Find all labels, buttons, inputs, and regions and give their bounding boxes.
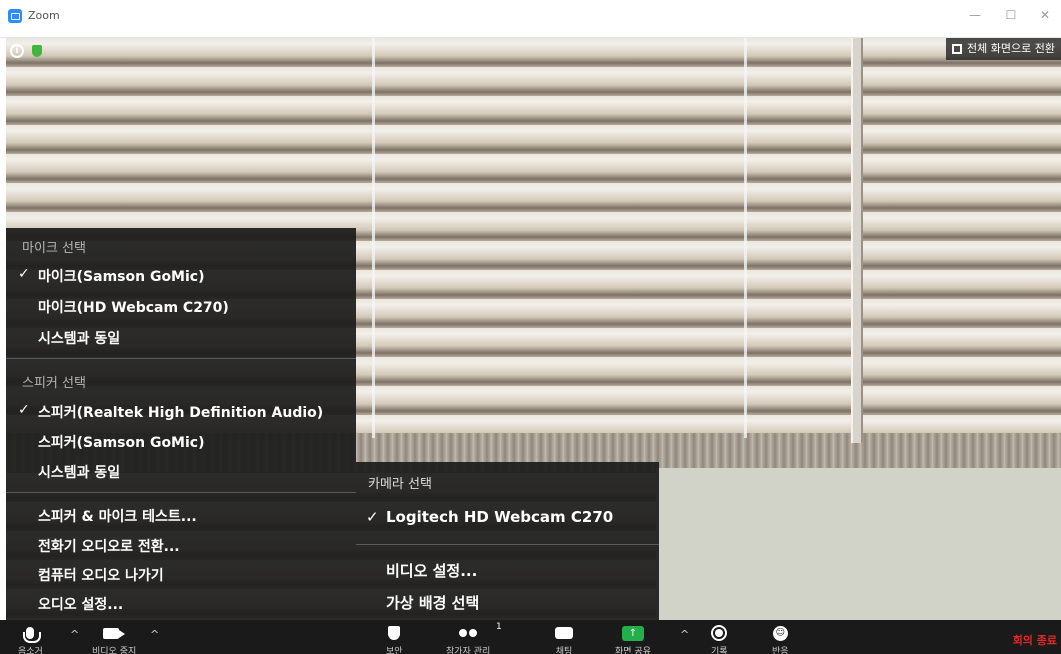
info-icon[interactable]: i	[10, 44, 24, 58]
share-screen-icon: ↑	[621, 625, 644, 641]
speaker-option-realtek[interactable]: ✓ 스피커(Realtek High Definition Audio)	[18, 402, 324, 422]
maximize-button[interactable]: ☐	[1000, 6, 1022, 24]
test-speaker-mic-item[interactable]: 스피커 & 마이크 테스트...	[38, 506, 197, 526]
camera-option-logitech[interactable]: ✓ Logitech HD Webcam C270	[366, 508, 614, 526]
chat-icon	[555, 627, 573, 639]
switch-to-phone-audio-item[interactable]: 전화기 오디오로 전환...	[38, 536, 180, 556]
camera-select-header: 카메라 선택	[368, 477, 432, 492]
reactions-label: 반응	[772, 647, 789, 654]
blind-cord	[744, 38, 747, 438]
reactions-icon: ☺	[772, 625, 788, 641]
speaker-option-system[interactable]: 시스템과 동일	[38, 462, 120, 482]
speaker-select-header: 스피커 선택	[22, 376, 86, 391]
menu-divider	[356, 544, 659, 545]
close-button[interactable]: ✕	[1034, 6, 1056, 24]
mic-select-header: 마이크 선택	[22, 241, 86, 256]
record-button[interactable]: 기록	[711, 620, 728, 654]
video-settings-item[interactable]: 비디오 설정...	[386, 560, 477, 581]
end-meeting-button[interactable]: 회의 종료	[1013, 632, 1057, 648]
stop-video-button[interactable]: 비디오 중지	[92, 620, 136, 654]
fullscreen-icon	[952, 44, 963, 54]
fullscreen-button[interactable]: 전체 화면으로 전환	[946, 38, 1061, 60]
microphone-icon	[23, 627, 42, 643]
window-frame-in-video	[851, 38, 863, 443]
audio-options-caret[interactable]: ^	[70, 628, 79, 641]
stop-video-label: 비디오 중지	[92, 647, 137, 654]
checkmark-icon: ✓	[18, 266, 30, 282]
record-icon	[711, 625, 728, 641]
zoom-app-icon	[8, 9, 22, 23]
mic-option-samson[interactable]: ✓ 마이크(Samson GoMic)	[18, 266, 205, 286]
checkmark-icon: ✓	[366, 508, 379, 526]
speaker-option-label: 스피커(Realtek High Definition Audio)	[38, 405, 324, 421]
security-shield-icon	[388, 626, 401, 640]
leave-computer-audio-item[interactable]: 컴퓨터 오디오 나가기	[38, 565, 164, 585]
audio-options-menu: 마이크 선택 ✓ 마이크(Samson GoMic) 마이크(HD Webcam…	[6, 228, 356, 620]
share-options-caret[interactable]: ^	[680, 628, 689, 641]
blind-cord	[372, 38, 375, 438]
speaker-option-samson[interactable]: 스피커(Samson GoMic)	[38, 432, 205, 452]
camera-option-label: Logitech HD Webcam C270	[386, 508, 614, 526]
mic-option-hd-webcam[interactable]: 마이크(HD Webcam C270)	[38, 297, 229, 317]
meeting-info-area: i	[10, 44, 42, 58]
chat-label: 채팅	[555, 647, 573, 654]
virtual-background-item[interactable]: 가상 배경 선택	[386, 592, 479, 613]
meeting-toolbar: 음소거 ^ 비디오 중지 ^ 보안 참가자 관리 1 채팅 ↑ 화면 공유 ^ …	[0, 620, 1061, 654]
participants-button[interactable]: 참가자 관리	[446, 620, 490, 654]
record-label: 기록	[711, 647, 728, 654]
security-label: 보안	[386, 647, 403, 654]
participants-icon	[459, 629, 478, 637]
window-title: Zoom	[28, 9, 60, 22]
mute-label: 음소거	[18, 647, 43, 654]
minimize-button[interactable]: —	[964, 6, 986, 24]
encryption-shield-icon[interactable]	[32, 45, 42, 57]
camera-icon	[103, 627, 126, 639]
share-screen-button[interactable]: ↑ 화면 공유	[615, 620, 651, 654]
chat-button[interactable]: 채팅	[555, 620, 573, 654]
participants-count-badge: 1	[496, 622, 502, 632]
share-label: 화면 공유	[615, 647, 651, 654]
video-options-caret[interactable]: ^	[150, 628, 159, 641]
mute-button[interactable]: 음소거	[18, 620, 43, 654]
mic-option-label: 마이크(Samson GoMic)	[38, 269, 205, 285]
participants-label: 참가자 관리	[446, 647, 491, 654]
fullscreen-label: 전체 화면으로 전환	[967, 42, 1055, 55]
security-button[interactable]: 보안	[386, 620, 403, 654]
audio-settings-item[interactable]: 오디오 설정...	[38, 594, 123, 614]
mic-option-system[interactable]: 시스템과 동일	[38, 328, 120, 348]
video-options-menu: 카메라 선택 ✓ Logitech HD Webcam C270 비디오 설정.…	[356, 462, 659, 620]
title-bar: Zoom — ☐ ✕	[0, 0, 1061, 38]
reactions-button[interactable]: ☺ 반응	[772, 620, 789, 654]
checkmark-icon: ✓	[18, 402, 30, 418]
menu-divider	[6, 358, 356, 359]
menu-divider	[6, 492, 356, 493]
